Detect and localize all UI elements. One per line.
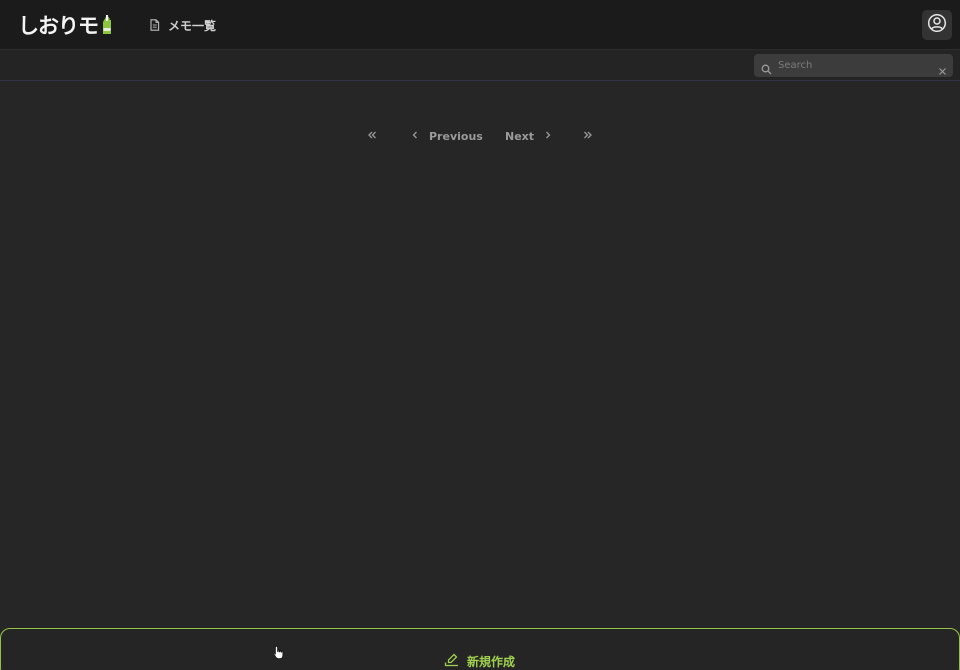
bookmark-logo-icon bbox=[100, 14, 114, 36]
nav-memo-list-label: メモ一覧 bbox=[168, 18, 217, 33]
toolbar bbox=[0, 50, 960, 81]
logo-text: しおりモ bbox=[18, 14, 99, 38]
chevron-right-icon bbox=[543, 129, 553, 144]
last-page-button[interactable] bbox=[582, 127, 594, 145]
new-memo-button-content: 新規作成 bbox=[444, 653, 515, 669]
search-icon bbox=[761, 60, 772, 79]
chevrons-left-icon bbox=[366, 129, 378, 144]
previous-label: Previous bbox=[429, 129, 483, 143]
account-button[interactable] bbox=[922, 10, 952, 40]
previous-page-button[interactable]: Previous bbox=[410, 127, 483, 145]
logo[interactable]: しおりモ bbox=[18, 12, 114, 38]
chevron-left-icon bbox=[410, 129, 420, 144]
search-input[interactable] bbox=[778, 57, 928, 74]
first-page-button[interactable] bbox=[366, 127, 378, 145]
new-memo-label: 新規作成 bbox=[467, 654, 516, 669]
chevrons-right-icon bbox=[582, 129, 594, 144]
next-label: Next bbox=[505, 129, 535, 143]
pagination: Previous Next bbox=[0, 127, 960, 145]
pencil-icon bbox=[444, 653, 459, 670]
search-box[interactable] bbox=[754, 54, 953, 77]
hand-cursor-icon bbox=[273, 645, 285, 664]
document-icon bbox=[149, 19, 160, 31]
top-navbar: しおりモ メモ一覧 bbox=[0, 0, 960, 50]
next-page-button[interactable]: Next bbox=[505, 127, 553, 145]
close-icon[interactable] bbox=[938, 61, 947, 80]
nav-memo-list[interactable]: メモ一覧 bbox=[149, 16, 216, 34]
user-circle-icon bbox=[927, 13, 947, 37]
new-memo-button[interactable]: 新規作成 bbox=[0, 628, 960, 670]
app-root: しおりモ メモ一覧 Search Previous Next 新規作成 bbox=[0, 0, 960, 670]
